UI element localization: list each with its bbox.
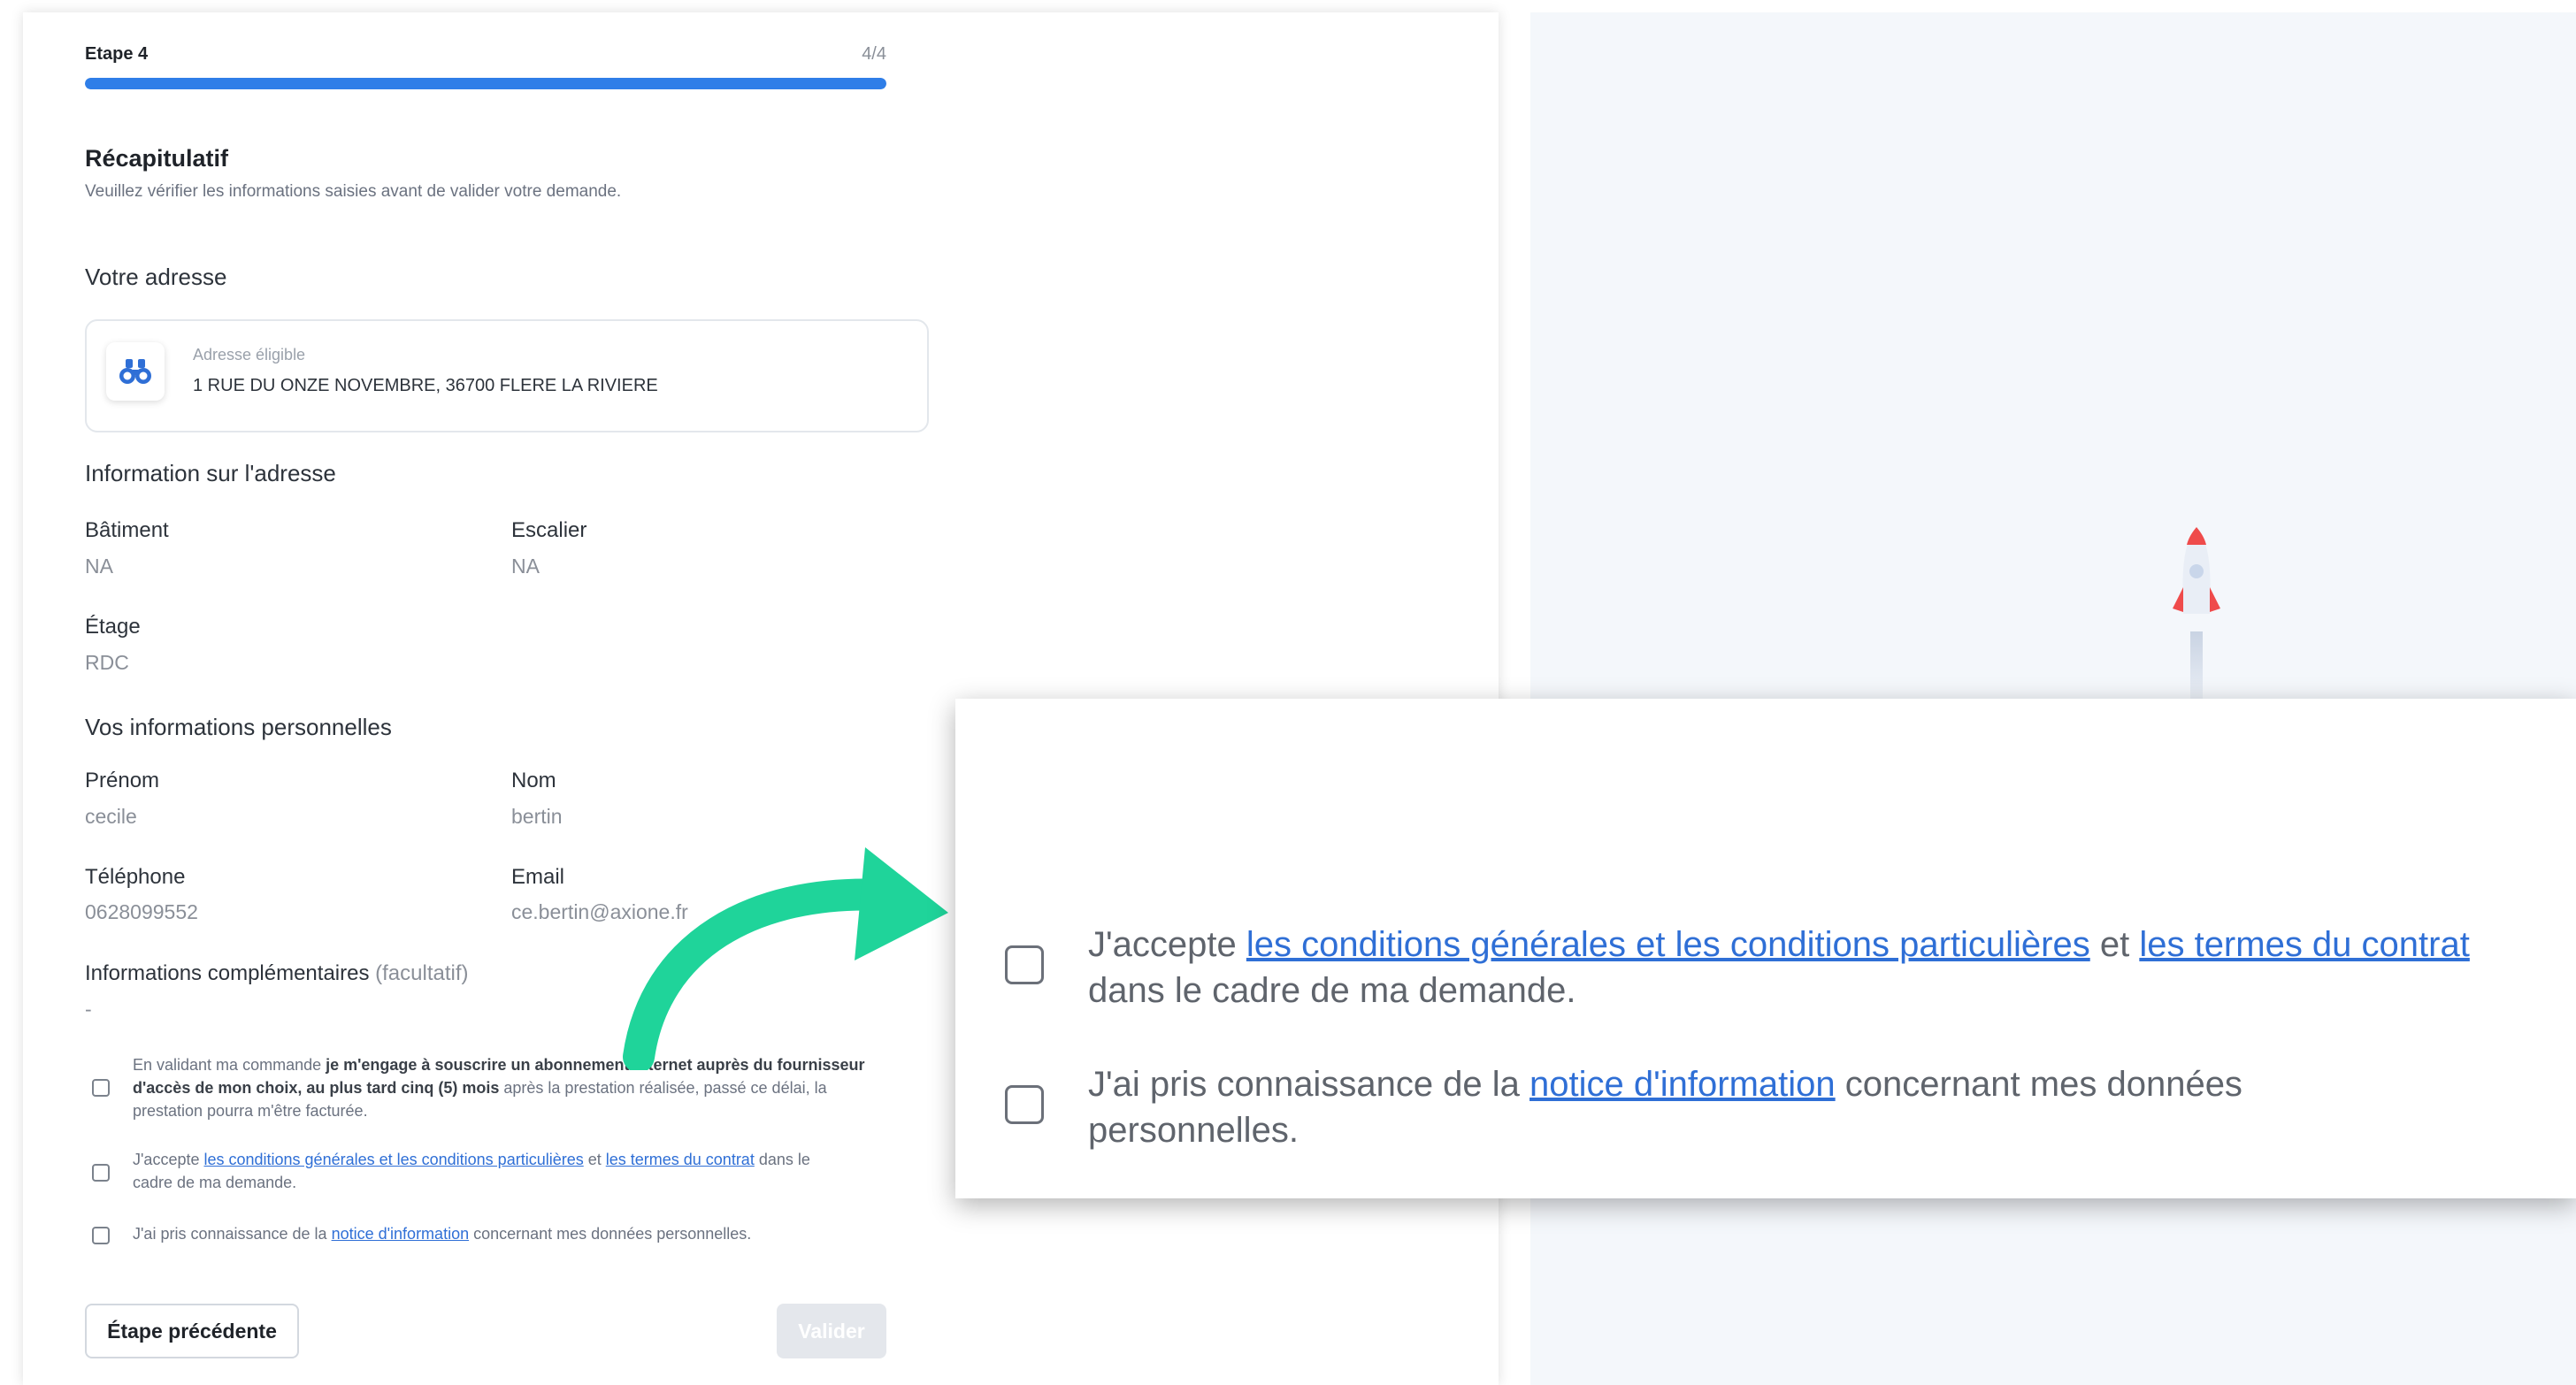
privacy-text-intro: J'ai pris connaissance de la (133, 1225, 332, 1243)
personal-section-title: Vos informations personnelles (85, 714, 392, 740)
step-counter: 4/4 (862, 44, 886, 64)
email-label: Email (511, 865, 565, 889)
privacy-checkbox[interactable] (92, 1227, 110, 1244)
zoom-terms-checkbox[interactable] (1005, 945, 1044, 984)
zoom-privacy-notice-link[interactable]: notice d'information (1530, 1065, 1836, 1104)
privacy-text-end: concernant mes données personnelles. (469, 1225, 752, 1243)
page-subtitle: Veuillez vérifier les informations saisi… (85, 182, 622, 201)
terms-checkbox[interactable] (92, 1164, 110, 1182)
phone-label: Téléphone (85, 865, 186, 889)
zoom-terms-end: dans le cadre de ma demande. (1088, 971, 1576, 1010)
building-value: NA (85, 555, 113, 578)
optional-tag: (facultatif) (375, 961, 469, 985)
firstname-value: cecile (85, 805, 137, 828)
zoom-terms-intro: J'accepte (1088, 925, 1246, 964)
lastname-value: bertin (511, 805, 563, 828)
zoom-contract-terms-link[interactable]: les termes du contrat (2139, 925, 2470, 964)
phone-value: 0628099552 (85, 900, 198, 923)
address-eligibility-label: Adresse éligible (193, 346, 306, 363)
extra-info-label: Informations complémentaires (facultatif… (85, 961, 469, 986)
lastname-label: Nom (511, 769, 556, 792)
zoom-terms-text: J'accepte les conditions générales et le… (1088, 922, 2521, 1014)
terms-consent-text: J'accepte les conditions générales et le… (133, 1148, 840, 1194)
terms-text-and: et (583, 1151, 606, 1168)
page-title: Récapitulatif (85, 145, 229, 172)
zoom-privacy-intro: J'ai pris connaissance de la (1088, 1065, 1530, 1104)
general-conditions-link[interactable]: les conditions générales et les conditio… (203, 1151, 583, 1168)
zoom-privacy-text: J'ai pris connaissance de la notice d'in… (1088, 1061, 2380, 1153)
commitment-text-intro: En validant ma commande (133, 1056, 326, 1074)
zoom-privacy-checkbox[interactable] (1005, 1085, 1044, 1124)
zoom-callout: J'accepte les conditions générales et le… (955, 699, 2576, 1198)
terms-text-intro: J'accepte (133, 1151, 204, 1168)
zoom-terms-and: et (2089, 925, 2140, 964)
highlight-arrow-icon (623, 847, 948, 1070)
extra-info-value: - (85, 998, 92, 1021)
privacy-consent-text: J'ai pris connaissance de la notice d'in… (133, 1222, 929, 1245)
privacy-notice-link[interactable]: notice d'information (332, 1225, 470, 1243)
zoom-general-conditions-link[interactable]: les conditions générales et les conditio… (1246, 925, 2090, 964)
submit-button[interactable]: Valider (777, 1304, 886, 1358)
extra-info-title: Informations complémentaires (85, 961, 370, 985)
floor-value: RDC (85, 651, 129, 674)
address-section-title: Votre adresse (85, 264, 227, 290)
binoculars-icon (106, 342, 165, 401)
floor-label: Étage (85, 615, 141, 639)
stair-label: Escalier (511, 518, 587, 542)
address-info-section-title: Information sur l'adresse (85, 460, 336, 486)
building-label: Bâtiment (85, 518, 169, 542)
step-label: Etape 4 (85, 44, 149, 64)
address-card: Adresse éligible 1 RUE DU ONZE NOVEMBRE,… (85, 319, 929, 432)
progress-bar-fill (85, 78, 886, 89)
progress-bar (85, 78, 886, 89)
rocket-icon (2173, 527, 2220, 720)
firstname-label: Prénom (85, 769, 160, 792)
contract-terms-link[interactable]: les termes du contrat (606, 1151, 755, 1168)
previous-step-button[interactable]: Étape précédente (85, 1304, 299, 1358)
stair-value: NA (511, 555, 540, 578)
address-value: 1 RUE DU ONZE NOVEMBRE, 36700 FLERE LA R… (193, 376, 658, 395)
commitment-checkbox[interactable] (92, 1079, 110, 1097)
